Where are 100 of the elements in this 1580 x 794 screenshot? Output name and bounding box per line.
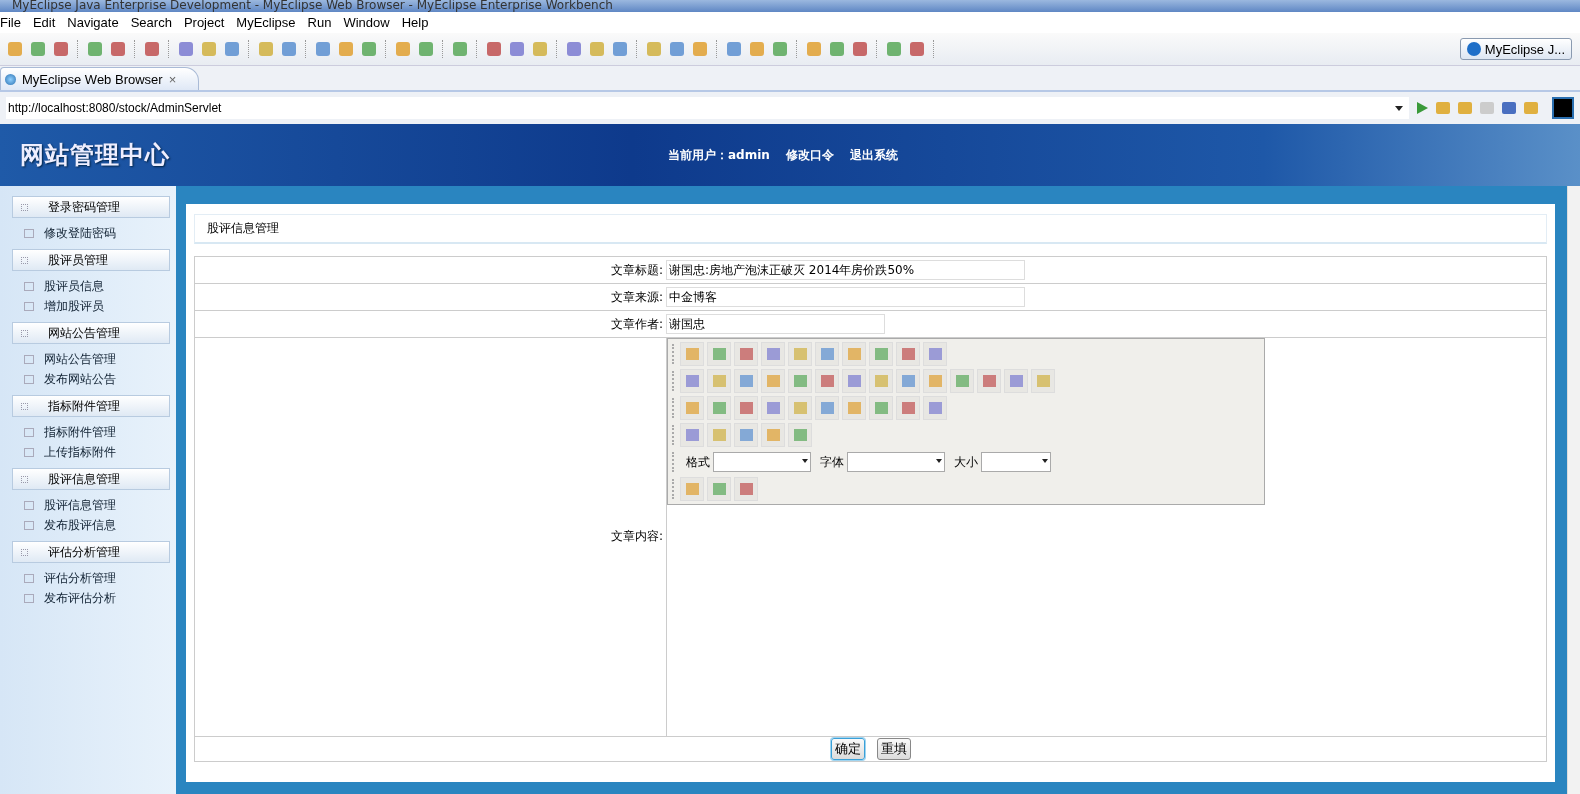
sidebar-item[interactable]: 上传指标附件: [12, 442, 170, 462]
sidebar-item[interactable]: 修改登陆密码: [12, 223, 170, 243]
editor-tool-icon[interactable]: [869, 396, 893, 420]
editor-tool-icon[interactable]: [896, 396, 920, 420]
menu-item[interactable]: Search: [125, 15, 179, 30]
editor-tool-icon[interactable]: [896, 369, 920, 393]
editor-tool-icon[interactable]: [815, 369, 839, 393]
sidebar-item[interactable]: 发布股评信息: [12, 515, 170, 535]
editor-tool-icon[interactable]: [707, 396, 731, 420]
toolbar-icon[interactable]: [396, 42, 410, 56]
editor-tool-icon[interactable]: [707, 477, 731, 501]
editor-tool-icon[interactable]: [842, 342, 866, 366]
editor-tool-icon[interactable]: [680, 342, 704, 366]
sidebar-item[interactable]: 发布网站公告: [12, 369, 170, 389]
editor-tool-icon[interactable]: [1031, 369, 1055, 393]
editor-tool-icon[interactable]: [788, 342, 812, 366]
toolbar-icon[interactable]: [225, 42, 239, 56]
editor-tool-icon[interactable]: [815, 342, 839, 366]
editor-tool-icon[interactable]: [815, 396, 839, 420]
toolbar-icon[interactable]: [853, 42, 867, 56]
toolbar-icon[interactable]: [887, 42, 901, 56]
toolbar-icon[interactable]: [453, 42, 467, 56]
editor-tool-icon[interactable]: [869, 369, 893, 393]
editor-tool-icon[interactable]: [707, 423, 731, 447]
editor-tool-icon[interactable]: [680, 477, 704, 501]
toolbar-icon[interactable]: [727, 42, 741, 56]
sidebar-item[interactable]: 增加股评员: [12, 296, 170, 316]
toolbar-icon[interactable]: [487, 42, 501, 56]
editor-tool-icon[interactable]: [680, 396, 704, 420]
menu-item[interactable]: Run: [302, 15, 339, 30]
scrollbar[interactable]: [1567, 186, 1580, 794]
toolbar-icon[interactable]: [316, 42, 330, 56]
header-link[interactable]: 修改口令: [785, 146, 834, 164]
toolbar-icon[interactable]: [31, 42, 45, 56]
menu-item[interactable]: MyEclipse: [231, 15, 303, 30]
text-field[interactable]: 谢国忠: [666, 314, 885, 334]
dropdown[interactable]: [981, 452, 1051, 472]
dropdown[interactable]: [847, 452, 945, 472]
editor-tool-icon[interactable]: [734, 477, 758, 501]
dropdown[interactable]: [713, 452, 811, 472]
sidebar-group[interactable]: 登录密码管理: [12, 196, 170, 218]
toolbar-icon[interactable]: [693, 42, 707, 56]
toolbar-icon[interactable]: [613, 42, 627, 56]
toolbar-icon[interactable]: [259, 42, 273, 56]
toolbar-icon[interactable]: [647, 42, 661, 56]
sidebar-group[interactable]: 股评信息管理: [12, 468, 170, 490]
editor-tool-icon[interactable]: [923, 396, 947, 420]
menu-item[interactable]: Navigate: [62, 15, 126, 30]
toolbar-icon[interactable]: [202, 42, 216, 56]
toolbar-icon[interactable]: [830, 42, 844, 56]
menu-item[interactable]: Window: [338, 15, 397, 30]
toolbar-icon[interactable]: [670, 42, 684, 56]
toolbar-icon[interactable]: [590, 42, 604, 56]
editor-tool-icon[interactable]: [761, 342, 785, 366]
sidebar-item[interactable]: 股评员信息: [12, 276, 170, 296]
editor-tool-icon[interactable]: [761, 423, 785, 447]
sidebar-group[interactable]: 股评员管理: [12, 249, 170, 271]
menu-item[interactable]: Edit: [27, 15, 63, 30]
menu-item[interactable]: Project: [178, 15, 232, 30]
editor-tool-icon[interactable]: [680, 423, 704, 447]
sidebar-item[interactable]: 发布评估分析: [12, 588, 170, 608]
sidebar-group[interactable]: 评估分析管理: [12, 541, 170, 563]
toolbar-icon[interactable]: [910, 42, 924, 56]
editor-tool-icon[interactable]: [788, 423, 812, 447]
editor-tool-icon[interactable]: [761, 396, 785, 420]
editor-tool-icon[interactable]: [707, 342, 731, 366]
close-icon[interactable]: ×: [168, 71, 177, 87]
editor-tool-icon[interactable]: [869, 342, 893, 366]
toolbar-icon[interactable]: [282, 42, 296, 56]
toolbar-icon[interactable]: [145, 42, 159, 56]
form-button[interactable]: 重填: [876, 738, 911, 760]
toolbar-icon[interactable]: [111, 42, 125, 56]
editor-tool-icon[interactable]: [761, 369, 785, 393]
editor-tool-icon[interactable]: [734, 423, 758, 447]
url-field[interactable]: http://localhost:8080/stock/AdminServlet: [6, 97, 1409, 119]
toolbar-icon[interactable]: [339, 42, 353, 56]
editor-tool-icon[interactable]: [1004, 369, 1028, 393]
editor-tool-icon[interactable]: [923, 342, 947, 366]
text-field[interactable]: 中金博客: [666, 287, 1025, 307]
editor-tool-icon[interactable]: [707, 369, 731, 393]
sidebar-item[interactable]: 指标附件管理: [12, 422, 170, 442]
toolbar-icon[interactable]: [54, 42, 68, 56]
rich-text-editor[interactable]: 格式 字体 大小: [667, 338, 1546, 736]
editor-tool-icon[interactable]: [734, 342, 758, 366]
editor-tool-icon[interactable]: [950, 369, 974, 393]
toolbar-icon[interactable]: [362, 42, 376, 56]
toolbar-icon[interactable]: [419, 42, 433, 56]
text-field[interactable]: 谢国忠:房地产泡沫正破灭 2014年房价跌50%: [666, 260, 1025, 280]
editor-tool-icon[interactable]: [788, 396, 812, 420]
toolbar-icon[interactable]: [567, 42, 581, 56]
header-link[interactable]: 退出系统: [849, 146, 898, 164]
toolbar-icon[interactable]: [510, 42, 524, 56]
sidebar-item[interactable]: 评估分析管理: [12, 568, 170, 588]
sidebar-item[interactable]: 网站公告管理: [12, 349, 170, 369]
perspective-button[interactable]: MyEclipse J...: [1459, 38, 1572, 60]
form-button[interactable]: 确定: [830, 738, 865, 760]
editor-tool-icon[interactable]: [923, 369, 947, 393]
toolbar-icon[interactable]: [750, 42, 764, 56]
editor-tool-icon[interactable]: [734, 396, 758, 420]
toolbar-icon[interactable]: [773, 42, 787, 56]
